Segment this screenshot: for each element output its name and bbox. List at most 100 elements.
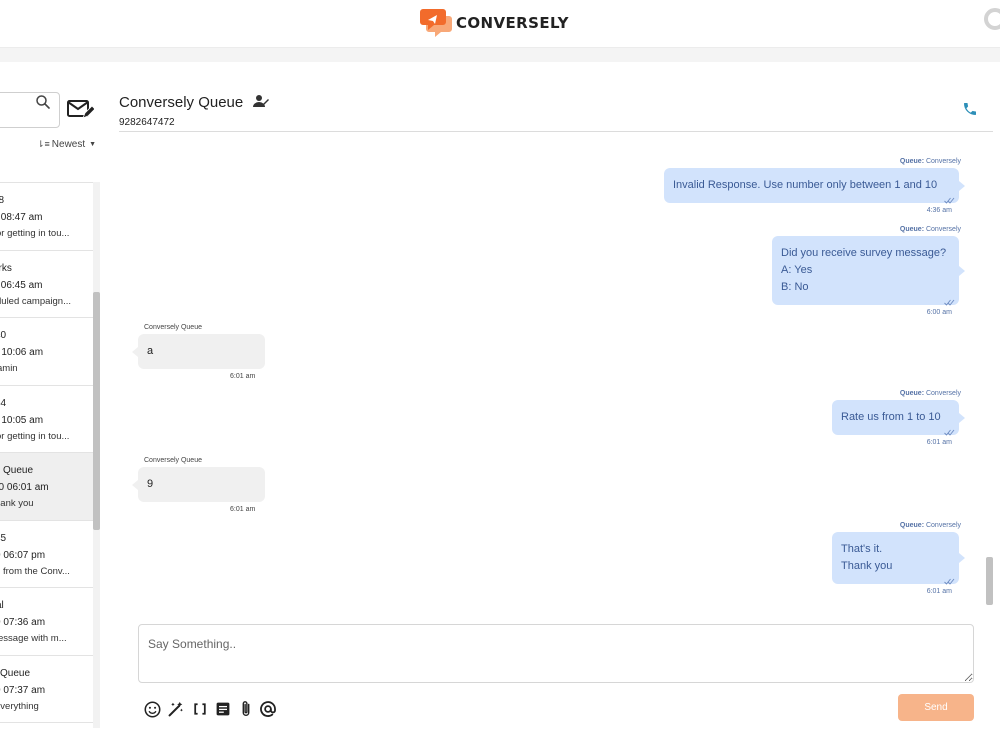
conversation-name: 45: [0, 532, 7, 544]
message-text: 9: [147, 478, 154, 490]
outgoing-message-bubble[interactable]: Did you receive survey message? A: Yes B: …: [772, 236, 965, 306]
sidebar-scroll-thumb[interactable]: [93, 292, 100, 530]
conversation-timestamp: 0 07:37 am: [0, 684, 46, 696]
conversation-list-item[interactable]: 38 y 08:47 am or getting in tou...: [0, 183, 93, 251]
contact-list: 38 y 08:47 am or getting in tou... orks y 06…: [0, 182, 94, 728]
chat-scrollbar[interactable]: [986, 150, 993, 606]
conversation-list-item[interactable]: 45 0 06:07 pm from the Conv...: [0, 521, 93, 588]
message-text: Rate us from 1 to 10: [841, 411, 941, 423]
message-timestamp: 6:01 am: [926, 588, 952, 595]
message-timestamp: 6:01 am: [230, 506, 256, 513]
queue-source: Conversely: [925, 522, 961, 529]
message-text: Invalid Response. Use number only betwee…: [673, 179, 938, 191]
chat-title: Conversely Queue: [119, 94, 244, 111]
conversation-name: 54: [0, 397, 7, 409]
conversation-timestamp: y 06:45 am: [0, 279, 43, 291]
magic-wand-icon[interactable]: [166, 700, 184, 718]
message-thread: Queue: Conversely Invalid Response. Use n…: [119, 132, 993, 612]
emoji-icon[interactable]: [143, 700, 161, 718]
attachment-icon[interactable]: [237, 700, 255, 718]
message-sender-name: Conversely Queue: [144, 324, 202, 331]
message-text: That's it.: [841, 543, 883, 555]
contact-search-input[interactable]: [0, 92, 60, 128]
message-queue-label: Queue: Conversely: [900, 390, 961, 397]
double-check-icon: [944, 193, 955, 204]
chat-scroll-thumb[interactable]: [986, 557, 993, 605]
assign-user-icon[interactable]: [253, 94, 269, 108]
message-timestamp: 6:01 am: [230, 373, 256, 380]
queue-label: Queue:: [899, 226, 925, 233]
queue-label: Queue:: [899, 390, 925, 397]
conversation-timestamp: 0 10:05 am: [0, 414, 44, 426]
compose-message-icon[interactable]: [66, 96, 96, 122]
phone-icon[interactable]: [962, 101, 978, 117]
header-divider-band: [0, 48, 1000, 62]
incoming-message-bubble[interactable]: 9: [132, 467, 265, 502]
conversation-sidebar: ⇂≡ Newest ▼ 38 y 08:47 am or getting in to…: [0, 62, 100, 750]
queue-source: Conversely: [925, 158, 961, 165]
conversation-timestamp: 0 07:36 am: [0, 617, 46, 628]
message-queue-label: Queue: Conversely: [900, 226, 961, 233]
message-input[interactable]: [138, 624, 974, 683]
conversation-preview: or getting in tou...: [0, 228, 70, 239]
brand-name: CONVERSELY: [456, 14, 569, 32]
conversation-list-item[interactable]: 54 0 10:05 am or getting in tou...: [0, 386, 93, 453]
conversation-timestamp: 20 06:01 am: [0, 482, 49, 493]
double-check-icon: [944, 425, 955, 436]
conversation-preview: from the Conv...: [3, 565, 70, 577]
queue-source: Conversely: [925, 390, 961, 397]
conversation-preview: everything: [0, 700, 39, 712]
sort-icon: ⇂≡: [37, 139, 50, 149]
chat-bubble-logo-icon: [420, 7, 454, 39]
message-queue-label: Queue: Conversely: [900, 522, 961, 529]
message-timestamp: 4:36 am: [926, 207, 952, 214]
template-icon[interactable]: [214, 700, 232, 718]
search-icon[interactable]: [36, 95, 50, 109]
message-sender-name: Conversely Queue: [144, 457, 202, 464]
outgoing-message-bubble[interactable]: Rate us from 1 to 10: [832, 400, 965, 436]
message-timestamp: 6:01 am: [926, 439, 952, 446]
conversation-timestamp: 0 06:07 pm: [0, 549, 46, 561]
message-timestamp: 6:00 am: [926, 309, 952, 316]
sort-dropdown[interactable]: ⇂≡ Newest ▼: [37, 139, 96, 150]
conversation-name: 38: [0, 195, 4, 206]
conversation-timestamp: y 08:47 am: [0, 212, 43, 223]
outgoing-message-bubble[interactable]: Invalid Response. Use number only betwee…: [664, 168, 965, 204]
send-button[interactable]: Send: [898, 694, 974, 721]
double-check-icon: [944, 295, 955, 306]
brand-logo[interactable]: CONVERSELY: [420, 7, 569, 39]
conversation-timestamp: 0 10:06 am: [0, 347, 44, 358]
conversation-preview: essage with m...: [0, 633, 67, 644]
search-icon[interactable]: [984, 8, 1000, 30]
incoming-message-bubble[interactable]: a: [132, 334, 265, 369]
conversation-name: al: [0, 600, 4, 611]
top-bar: CONVERSELY: [0, 0, 1000, 48]
conversation-list-item[interactable]: Queue 20 06:01 am hank you: [0, 453, 93, 521]
message-text: Did you receive survey message?: [781, 247, 947, 259]
double-check-icon: [944, 574, 955, 585]
conversation-preview: hank you: [0, 498, 34, 509]
conversation-list-item[interactable]: Queue 0 07:37 am everything: [0, 656, 93, 723]
conversation-name: 40: [0, 330, 7, 341]
conversation-preview: amin: [0, 363, 18, 374]
sort-label: Newest: [51, 139, 86, 150]
message-text: Thank you: [841, 560, 893, 572]
conversation-preview: or getting in tou...: [0, 430, 70, 442]
conversation-list-item[interactable]: 40 0 10:06 am amin: [0, 318, 93, 386]
sidebar-scrollbar[interactable]: [93, 182, 100, 728]
message-text: a: [147, 345, 154, 357]
caret-down-icon: ▼: [89, 141, 97, 148]
contact-phone-number: 9282647472: [119, 117, 175, 128]
conversation-list-item[interactable]: orks y 06:45 am duled campaign...: [0, 251, 93, 318]
conversation-preview: duled campaign...: [0, 295, 71, 307]
message-queue-label: Queue: Conversely: [900, 158, 961, 165]
brackets-icon[interactable]: [191, 700, 209, 718]
conversation-name: orks: [0, 262, 12, 274]
outgoing-message-bubble[interactable]: That's it. Thank you: [832, 532, 965, 585]
conversation-list-item[interactable]: al 0 07:36 am essage with m...: [0, 588, 93, 656]
mention-icon[interactable]: [259, 700, 277, 718]
queue-label: Queue:: [899, 158, 925, 165]
message-text: A: Yes: [781, 264, 813, 276]
message-text: B: No: [781, 281, 809, 293]
queue-label: Queue:: [899, 522, 925, 529]
